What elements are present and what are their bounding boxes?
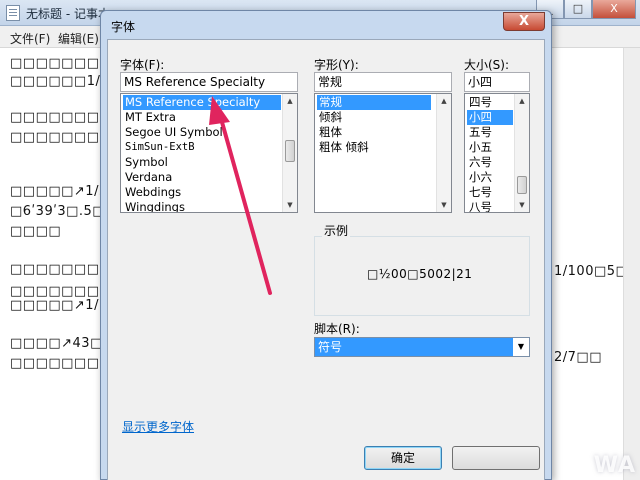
style-list-item[interactable]: 倾斜 bbox=[317, 110, 431, 125]
style-list-item[interactable]: 常规 bbox=[317, 95, 431, 110]
notepad-title: 无标题 - 记事本 bbox=[26, 7, 110, 21]
style-label: 字形(Y): bbox=[314, 58, 359, 72]
style-input[interactable]: 常规 bbox=[314, 72, 452, 92]
script-label: 脚本(R): bbox=[314, 322, 360, 336]
style-list-item[interactable]: 粗体 倾斜 bbox=[317, 140, 431, 155]
scroll-thumb[interactable] bbox=[285, 140, 295, 162]
size-input[interactable]: 小四 bbox=[464, 72, 530, 92]
font-list-item[interactable]: Symbol bbox=[123, 155, 281, 170]
ok-button[interactable]: 确定 bbox=[364, 446, 442, 470]
scroll-down-icon[interactable]: ▼ bbox=[437, 198, 451, 212]
text-line: 2/7□□ bbox=[554, 350, 602, 365]
size-list-item[interactable]: 小六 bbox=[467, 170, 513, 185]
font-input[interactable]: MS Reference Specialty bbox=[120, 72, 298, 92]
dialog-body: 字体(F): MS Reference Specialty MS Referen… bbox=[107, 39, 545, 480]
style-list-item[interactable]: 粗体 bbox=[317, 125, 431, 140]
text-line: □□□□ bbox=[10, 224, 62, 239]
font-list-item[interactable]: Segoe UI Symbol bbox=[123, 125, 281, 140]
size-list-item[interactable]: 八号 bbox=[467, 200, 513, 212]
font-list-item[interactable]: MT Extra bbox=[123, 110, 281, 125]
sample-text: □½00□5002|21 bbox=[367, 267, 473, 281]
scroll-down-icon[interactable]: ▼ bbox=[515, 198, 529, 212]
size-label: 大小(S): bbox=[464, 58, 510, 72]
scroll-thumb[interactable] bbox=[517, 176, 527, 194]
menu-edit[interactable]: 编辑(E) bbox=[58, 30, 99, 47]
maximize-button[interactable]: □ bbox=[564, 0, 592, 19]
size-list-item[interactable]: 五号 bbox=[467, 125, 513, 140]
script-select[interactable]: 符号 ▼ bbox=[314, 337, 530, 357]
font-list-item[interactable]: Verdana bbox=[123, 170, 281, 185]
font-label: 字体(F): bbox=[120, 58, 165, 72]
size-list-item[interactable]: 小四 bbox=[467, 110, 513, 125]
scroll-up-icon[interactable]: ▲ bbox=[515, 94, 529, 108]
size-list-item[interactable]: 小五 bbox=[467, 140, 513, 155]
size-list-scrollbar[interactable]: ▲ ▼ bbox=[514, 94, 529, 212]
scroll-up-icon[interactable]: ▲ bbox=[437, 94, 451, 108]
dialog-close-button[interactable]: X bbox=[503, 12, 545, 31]
notepad-app-icon bbox=[6, 5, 20, 21]
sample-preview: □½00□5002|21 bbox=[314, 236, 530, 316]
font-dialog: 字体 X 字体(F): MS Reference Specialty MS Re… bbox=[100, 10, 552, 480]
scroll-down-icon[interactable]: ▼ bbox=[283, 198, 297, 212]
menu-file[interactable]: 文件(F) bbox=[10, 30, 50, 47]
notepad-scrollbar[interactable] bbox=[623, 48, 640, 480]
size-list-item[interactable]: 六号 bbox=[467, 155, 513, 170]
watermark: WA bbox=[593, 453, 636, 478]
chevron-down-icon[interactable]: ▼ bbox=[513, 338, 529, 356]
font-list-item[interactable]: MS Reference Specialty bbox=[123, 95, 281, 110]
font-list[interactable]: MS Reference Specialty MT Extra Segoe UI… bbox=[120, 93, 298, 213]
cancel-button[interactable] bbox=[452, 446, 540, 470]
font-list-scrollbar[interactable]: ▲ ▼ bbox=[282, 94, 297, 212]
dialog-title: 字体 bbox=[111, 20, 136, 34]
notepad-close-button[interactable]: X bbox=[592, 0, 636, 19]
script-value: 符号 bbox=[318, 340, 343, 354]
sample-label: 示例 bbox=[322, 222, 351, 239]
font-list-item[interactable]: Wingdings bbox=[123, 200, 281, 212]
size-list-item[interactable]: 七号 bbox=[467, 185, 513, 200]
text-line: □□□□□□□□ bbox=[10, 262, 113, 277]
font-list-item[interactable]: SimSun-ExtB bbox=[123, 140, 281, 155]
show-more-fonts-link[interactable]: 显示更多字体 bbox=[122, 418, 194, 435]
size-list[interactable]: 四号 小四 五号 小五 六号 小六 七号 八号 ▲ ▼ bbox=[464, 93, 530, 213]
scroll-up-icon[interactable]: ▲ bbox=[283, 94, 297, 108]
font-list-item[interactable]: Webdings bbox=[123, 185, 281, 200]
style-list[interactable]: 常规 倾斜 粗体 粗体 倾斜 ▲ ▼ bbox=[314, 93, 452, 213]
dialog-titlebar[interactable]: 字体 X bbox=[101, 11, 551, 39]
size-list-item[interactable]: 四号 bbox=[467, 95, 513, 110]
style-list-scrollbar[interactable]: ▲ ▼ bbox=[436, 94, 451, 212]
text-line: 1/100□5□ bbox=[554, 264, 629, 279]
